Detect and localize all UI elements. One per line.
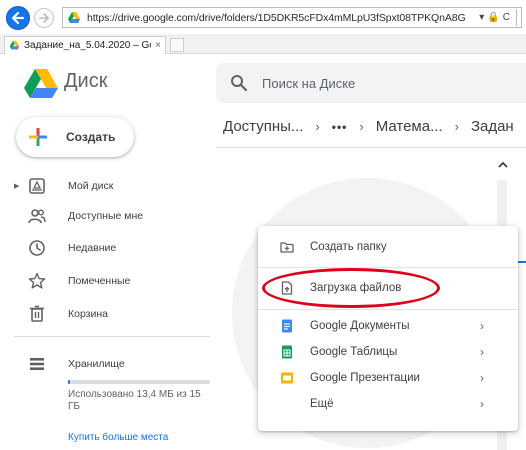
google-sheets-icon bbox=[282, 345, 292, 359]
drive-favicon-icon bbox=[9, 40, 20, 50]
breadcrumb-item[interactable]: Доступны... bbox=[223, 118, 303, 135]
app-name[interactable]: Диск bbox=[64, 70, 107, 93]
sidebar-item-label: Помеченные bbox=[68, 275, 131, 287]
close-tab-icon[interactable]: × bbox=[155, 40, 161, 51]
google-docs-icon bbox=[282, 319, 292, 333]
new-button[interactable]: Создать bbox=[16, 117, 134, 157]
expand-caret-icon[interactable]: ▶ bbox=[14, 182, 19, 190]
address-tools: ▾ 🔒 C bbox=[479, 9, 521, 26]
sidebar-divider bbox=[14, 336, 210, 337]
browser-tab[interactable]: Задание_на_5.04.2020 – Go... × bbox=[4, 36, 166, 54]
file-upload-icon bbox=[281, 281, 293, 295]
menu-item-label: Создать папку bbox=[310, 241, 387, 253]
storage-usage-bar bbox=[68, 380, 210, 384]
breadcrumb-separator-icon: › bbox=[454, 119, 459, 134]
storage-usage-fill bbox=[68, 380, 70, 384]
search-input-placeholder[interactable]: Поиск на Диске bbox=[262, 76, 355, 91]
menu-divider bbox=[258, 309, 518, 310]
chevron-right-icon: › bbox=[480, 319, 484, 333]
breadcrumb-item[interactable]: Матема... bbox=[376, 118, 443, 135]
plus-icon bbox=[29, 128, 47, 146]
menu-item-upload-file[interactable]: Загрузка файлов bbox=[258, 275, 518, 301]
sidebar-item-label: Корзина bbox=[68, 308, 108, 320]
refresh-icon[interactable]: C bbox=[503, 12, 510, 23]
new-button-label: Создать bbox=[66, 130, 116, 144]
drive-favicon-icon bbox=[68, 11, 80, 23]
shared-with-me-icon bbox=[28, 209, 46, 224]
menu-item-label: Google Таблицы bbox=[310, 346, 398, 358]
browser-tab-strip: Задание_на_5.04.2020 – Go... × bbox=[0, 34, 526, 54]
storage-label: Хранилище bbox=[68, 358, 125, 370]
new-menu: Создать папку Загрузка файлов Google Док… bbox=[258, 226, 518, 431]
new-tab-button[interactable] bbox=[170, 38, 184, 52]
breadcrumb-separator-icon: › bbox=[315, 119, 320, 134]
menu-item-google-docs[interactable]: Google Документы › bbox=[258, 313, 518, 339]
arrow-left-icon bbox=[11, 11, 25, 25]
browser-address-row: https://drive.google.com/drive/folders/1… bbox=[0, 0, 526, 34]
google-drive-logo-icon[interactable] bbox=[24, 68, 58, 98]
sidebar-item-label: Мой диск bbox=[68, 180, 114, 192]
storage-icon bbox=[30, 358, 44, 370]
clock-icon bbox=[29, 240, 45, 256]
storage-usage-text: Использовано 13,4 МБ из 15 ГБ bbox=[68, 389, 201, 412]
menu-item-label: Google Документы bbox=[310, 320, 410, 332]
chevron-right-icon: › bbox=[480, 397, 484, 411]
google-slides-icon bbox=[281, 372, 293, 384]
star-icon bbox=[28, 272, 46, 289]
address-separator bbox=[516, 9, 517, 26]
arrow-right-icon bbox=[39, 13, 49, 23]
chevron-right-icon: › bbox=[480, 345, 484, 359]
sidebar-item-shared[interactable]: Доступные мне bbox=[0, 204, 210, 228]
new-folder-icon bbox=[280, 242, 294, 253]
menu-item-new-folder[interactable]: Создать папку bbox=[258, 234, 518, 260]
scroll-up-button[interactable] bbox=[496, 158, 510, 172]
menu-item-label: Ещё bbox=[310, 398, 334, 410]
sidebar-item-my-drive[interactable]: ▶ Мой диск bbox=[0, 174, 210, 198]
trash-icon bbox=[30, 305, 44, 322]
tab-title: Задание_на_5.04.2020 – Go... bbox=[24, 40, 152, 51]
sidebar-item-starred[interactable]: Помеченные bbox=[0, 269, 210, 293]
menu-item-label: Загрузка файлов bbox=[310, 282, 402, 294]
breadcrumb-separator-icon: › bbox=[359, 119, 364, 134]
sidebar-item-label: Недавние bbox=[68, 242, 117, 254]
sidebar-item-storage[interactable]: Хранилище bbox=[0, 352, 210, 376]
menu-item-google-slides[interactable]: Google Презентации › bbox=[258, 365, 518, 391]
menu-divider bbox=[258, 267, 518, 268]
search-icon bbox=[231, 75, 248, 92]
address-bar[interactable]: https://drive.google.com/drive/folders/1… bbox=[62, 7, 522, 28]
sidebar-item-trash[interactable]: Корзина bbox=[0, 302, 210, 326]
menu-item-google-sheets[interactable]: Google Таблицы › bbox=[258, 339, 518, 365]
dropdown-icon[interactable]: ▾ bbox=[479, 12, 484, 23]
breadcrumb-more-icon[interactable]: ••• bbox=[332, 120, 348, 134]
breadcrumb-current-folder[interactable]: Задан bbox=[471, 118, 514, 135]
chevron-up-icon bbox=[498, 161, 508, 168]
chevron-right-icon: › bbox=[480, 371, 484, 385]
buy-storage-link[interactable]: Купить больше места bbox=[68, 432, 168, 443]
content-header-divider bbox=[216, 147, 526, 148]
url-text: https://drive.google.com/drive/folders/1… bbox=[87, 11, 466, 24]
my-drive-icon bbox=[29, 178, 45, 194]
sidebar-item-recent[interactable]: Недавние bbox=[0, 236, 210, 260]
breadcrumb: Доступны... › ••• › Матема... › Задан bbox=[223, 118, 514, 135]
lock-icon[interactable]: 🔒 bbox=[487, 12, 499, 23]
menu-item-label: Google Презентации bbox=[310, 372, 420, 384]
sidebar-item-label: Доступные мне bbox=[68, 210, 144, 222]
search-bar[interactable]: Поиск на Диске bbox=[216, 63, 526, 103]
browser-back-button[interactable] bbox=[6, 6, 30, 30]
browser-forward-button[interactable] bbox=[34, 8, 54, 28]
menu-item-more[interactable]: Ещё › bbox=[258, 391, 518, 417]
